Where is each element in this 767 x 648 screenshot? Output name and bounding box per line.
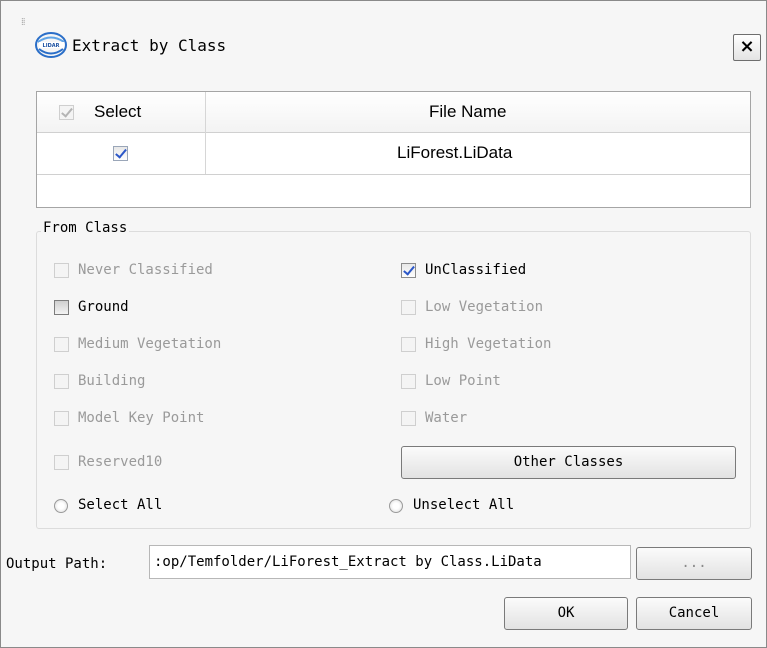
checkbox[interactable] [401,337,416,352]
title-bar: ⁞⁞ LIDAR Extract by Class × [1,1,766,61]
checkbox[interactable] [54,374,69,389]
cancel-button[interactable]: Cancel [636,597,752,630]
checkbox[interactable] [54,300,69,315]
close-button[interactable]: × [733,34,761,61]
grip-icon: ⁞⁞ [21,17,25,28]
checkbox[interactable] [401,374,416,389]
column-header-select[interactable]: Select [94,102,141,122]
table-header: Select File Name [37,92,750,133]
row-select-checkbox[interactable] [113,146,128,161]
select-all-files-checkbox[interactable] [59,105,74,120]
browse-button[interactable]: ... [636,547,752,580]
output-path-label: Output Path: [6,556,108,572]
checkbox[interactable] [54,263,69,278]
table-row[interactable]: LiForest.LiData [37,133,750,175]
checkbox[interactable] [54,455,69,470]
output-path-input[interactable] [149,545,631,579]
lidar-logo-icon: LIDAR [35,32,67,58]
checkbox[interactable] [401,411,416,426]
file-table: Select File Name LiForest.LiData [36,91,751,208]
ok-button[interactable]: OK [504,597,628,630]
checkbox[interactable] [54,337,69,352]
checkbox[interactable] [401,300,416,315]
close-icon: × [739,36,755,57]
svg-text:LIDAR: LIDAR [43,43,60,49]
checkbox[interactable] [401,263,416,278]
other-classes-button[interactable]: Other Classes [401,446,736,479]
column-header-file-name[interactable]: File Name [429,102,506,122]
radio-button[interactable] [389,499,403,513]
checkbox[interactable] [54,411,69,426]
dialog-title: Extract by Class [72,36,227,55]
file-name-cell: LiForest.LiData [397,143,513,162]
radio-button[interactable] [54,499,68,513]
from-class-title: From Class [41,220,130,236]
extract-by-class-dialog: ⁞⁞ LIDAR Extract by Class × Select File … [0,0,767,648]
